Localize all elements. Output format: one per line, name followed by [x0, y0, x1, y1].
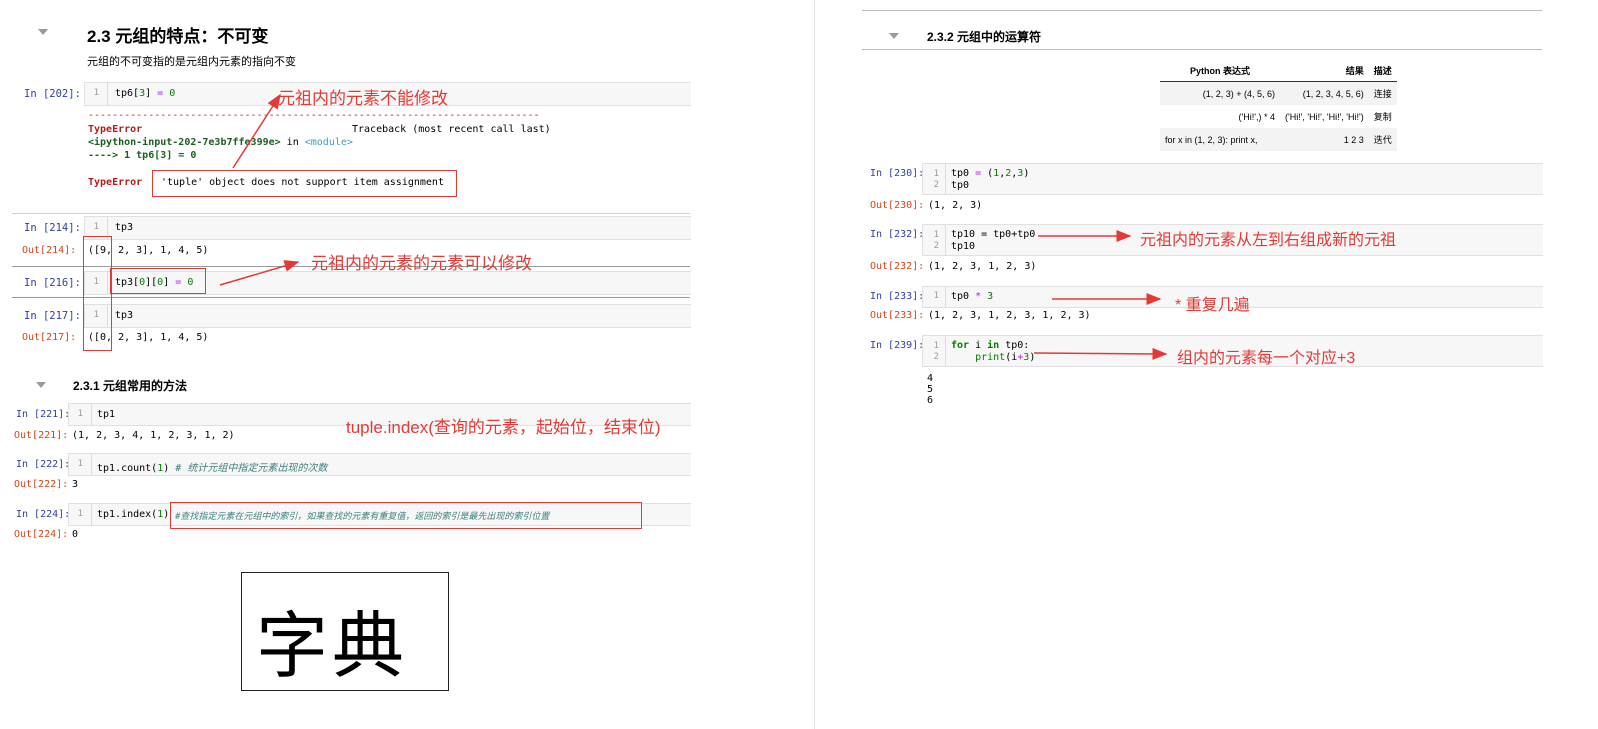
arrow-icon [1033, 347, 1168, 360]
arrow-icon [232, 93, 281, 169]
arrow-icon [219, 260, 300, 286]
annotation-arrows-right [1033, 230, 1168, 360]
dictionary-heading-box: 字典 [241, 572, 449, 691]
dictionary-heading: 字典 [256, 604, 409, 688]
